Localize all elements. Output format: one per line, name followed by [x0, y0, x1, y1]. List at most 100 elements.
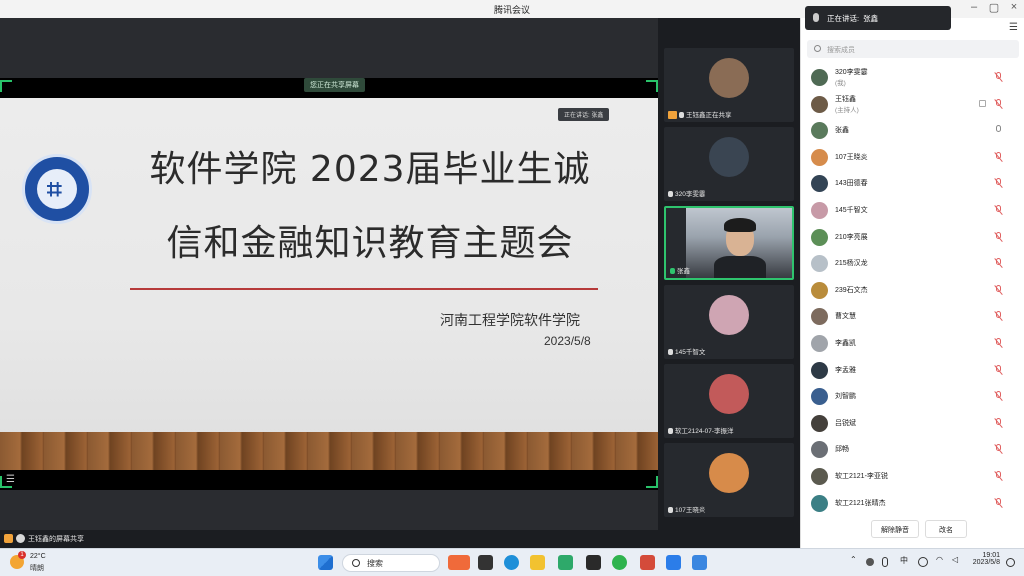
participant-row[interactable]: 曹文慧: [801, 303, 1024, 330]
mic-muted-icon[interactable]: [994, 364, 1003, 375]
participant-row[interactable]: 145千智文: [801, 197, 1024, 224]
avatar: [709, 137, 749, 177]
video-tile[interactable]: 145千智文: [664, 285, 794, 359]
ime-mode-icon[interactable]: [918, 557, 928, 567]
file-explorer-icon[interactable]: [530, 555, 545, 570]
taskbar-search-label: 搜索: [367, 559, 383, 568]
avatar: [811, 95, 828, 113]
start-icon[interactable]: [318, 555, 333, 570]
ime-indicator[interactable]: 中: [900, 555, 908, 566]
mic-muted-icon[interactable]: [994, 311, 1003, 322]
participant-role: (我): [835, 80, 846, 87]
mic-muted-icon[interactable]: [994, 151, 1003, 162]
mic-muted-icon[interactable]: [994, 204, 1003, 215]
tencent-meeting-icon[interactable]: [666, 555, 681, 570]
mic-muted-icon[interactable]: [994, 391, 1003, 402]
avatar: [811, 494, 828, 512]
shared-screen: 您正在共享屏幕 ⌗ 软件学院 2023届毕业生诚 信和金融知识教育主题会 河南工…: [0, 18, 658, 548]
participant-row[interactable]: 软工2121张晴杰: [801, 490, 1024, 517]
video-tile[interactable]: 107王晓炎: [664, 443, 794, 517]
mic-muted-icon[interactable]: [994, 470, 1003, 481]
avatar: [709, 453, 749, 493]
slide-divider: [130, 288, 598, 290]
app-icon[interactable]: [558, 555, 573, 570]
wechat-icon[interactable]: [612, 555, 627, 570]
share-status-pill[interactable]: 您正在共享屏幕: [304, 78, 365, 92]
unmute-all-button[interactable]: 解除静音: [871, 520, 919, 538]
mic-muted-icon[interactable]: [994, 72, 1003, 82]
avatar: [811, 308, 828, 326]
participant-row[interactable]: 李鑫凯: [801, 330, 1024, 357]
avatar: [811, 334, 828, 352]
participant-row[interactable]: 320李雯霎 (我): [801, 64, 1024, 91]
participant-row[interactable]: 吕锐斌: [801, 410, 1024, 437]
video-tile[interactable]: 320李雯霎: [664, 127, 794, 201]
video-tile-name: 320李雯霎: [675, 191, 706, 198]
app-icon[interactable]: [586, 555, 601, 570]
mic-muted-icon[interactable]: [994, 497, 1003, 508]
participant-name: 239石文杰: [835, 286, 868, 294]
member-search-input[interactable]: 搜索成员: [807, 40, 1019, 58]
participant-row[interactable]: 107王晓炎: [801, 144, 1024, 171]
participant-row[interactable]: 239石文杰: [801, 277, 1024, 304]
clock[interactable]: 19:01 2023/5/8: [966, 552, 1000, 566]
participant-row[interactable]: 143田德春: [801, 170, 1024, 197]
video-tile[interactable]: 软工2124-07-李振洋: [664, 364, 794, 438]
participant-row[interactable]: 刘智鹏: [801, 383, 1024, 410]
speaking-label: 正在讲话:: [827, 14, 860, 23]
panel-menu-icon[interactable]: ☰: [1009, 22, 1018, 33]
rename-button[interactable]: 改名: [925, 520, 967, 538]
mic-icon[interactable]: [995, 125, 1002, 135]
avatar: [709, 374, 749, 414]
list-menu-icon[interactable]: ☰: [6, 474, 20, 486]
tray-app-icon[interactable]: [866, 558, 874, 566]
close-icon[interactable]: ×: [1006, 1, 1022, 13]
mic-muted-icon[interactable]: [994, 417, 1003, 428]
tray-chevron-icon[interactable]: ⌃: [850, 555, 857, 564]
participant-row[interactable]: 张鑫: [801, 117, 1024, 144]
mic-muted-icon[interactable]: [994, 284, 1003, 295]
video-tile-name: 王钰鑫正在共享: [686, 111, 732, 119]
participant-name: 143田德春: [835, 180, 868, 188]
app-icon[interactable]: [448, 555, 470, 570]
avatar: [811, 414, 828, 432]
search-icon: [352, 559, 360, 567]
speaking-indicator: 正在讲话: 张鑫: [805, 6, 951, 30]
tray-mic-icon[interactable]: [882, 557, 888, 567]
avatar: [811, 281, 828, 299]
avatar: [811, 201, 828, 219]
participant-row[interactable]: 215杨汉龙: [801, 250, 1024, 277]
speaker-icon: [813, 13, 819, 22]
mic-muted-icon[interactable]: [994, 231, 1003, 242]
mic-muted-icon[interactable]: [994, 444, 1003, 455]
mic-icon: [668, 349, 673, 356]
app-icon[interactable]: [640, 555, 655, 570]
mic-muted-icon[interactable]: [994, 337, 1003, 348]
edge-icon[interactable]: [504, 555, 519, 570]
app-icon[interactable]: [692, 555, 707, 570]
video-tile[interactable]: 王钰鑫正在共享: [664, 48, 794, 122]
volume-icon[interactable]: ◁: [952, 555, 958, 564]
wifi-icon[interactable]: ◠: [936, 555, 943, 564]
participant-row[interactable]: 210李亮展: [801, 224, 1024, 251]
host-icon: [668, 111, 677, 119]
participant-row[interactable]: 王钰鑫 (主持人): [801, 91, 1024, 118]
participant-row[interactable]: 软工2121-李亚锐: [801, 463, 1024, 490]
video-tile-name: 145千智文: [675, 349, 706, 356]
taskbar-search[interactable]: 搜索: [342, 554, 440, 572]
mic-muted-icon[interactable]: [994, 98, 1003, 109]
participant-row[interactable]: 李孟雅: [801, 357, 1024, 384]
maximize-icon[interactable]: ▢: [986, 1, 1002, 14]
mic-muted-icon[interactable]: [994, 178, 1003, 189]
search-placeholder: 搜索成员: [827, 47, 855, 54]
task-view-icon[interactable]: [478, 555, 493, 570]
share-bottom-bar: [0, 470, 658, 490]
mic-icon: [16, 534, 25, 543]
weather-temp: 22°C: [30, 553, 46, 560]
notification-icon[interactable]: [1006, 558, 1015, 567]
mic-muted-icon[interactable]: [994, 258, 1003, 269]
video-tile-active[interactable]: 张鑫: [664, 206, 794, 280]
minimize-icon[interactable]: –: [966, 1, 982, 13]
video-tile-name: 107王晓炎: [675, 507, 706, 514]
participant-row[interactable]: 邱畅: [801, 436, 1024, 463]
